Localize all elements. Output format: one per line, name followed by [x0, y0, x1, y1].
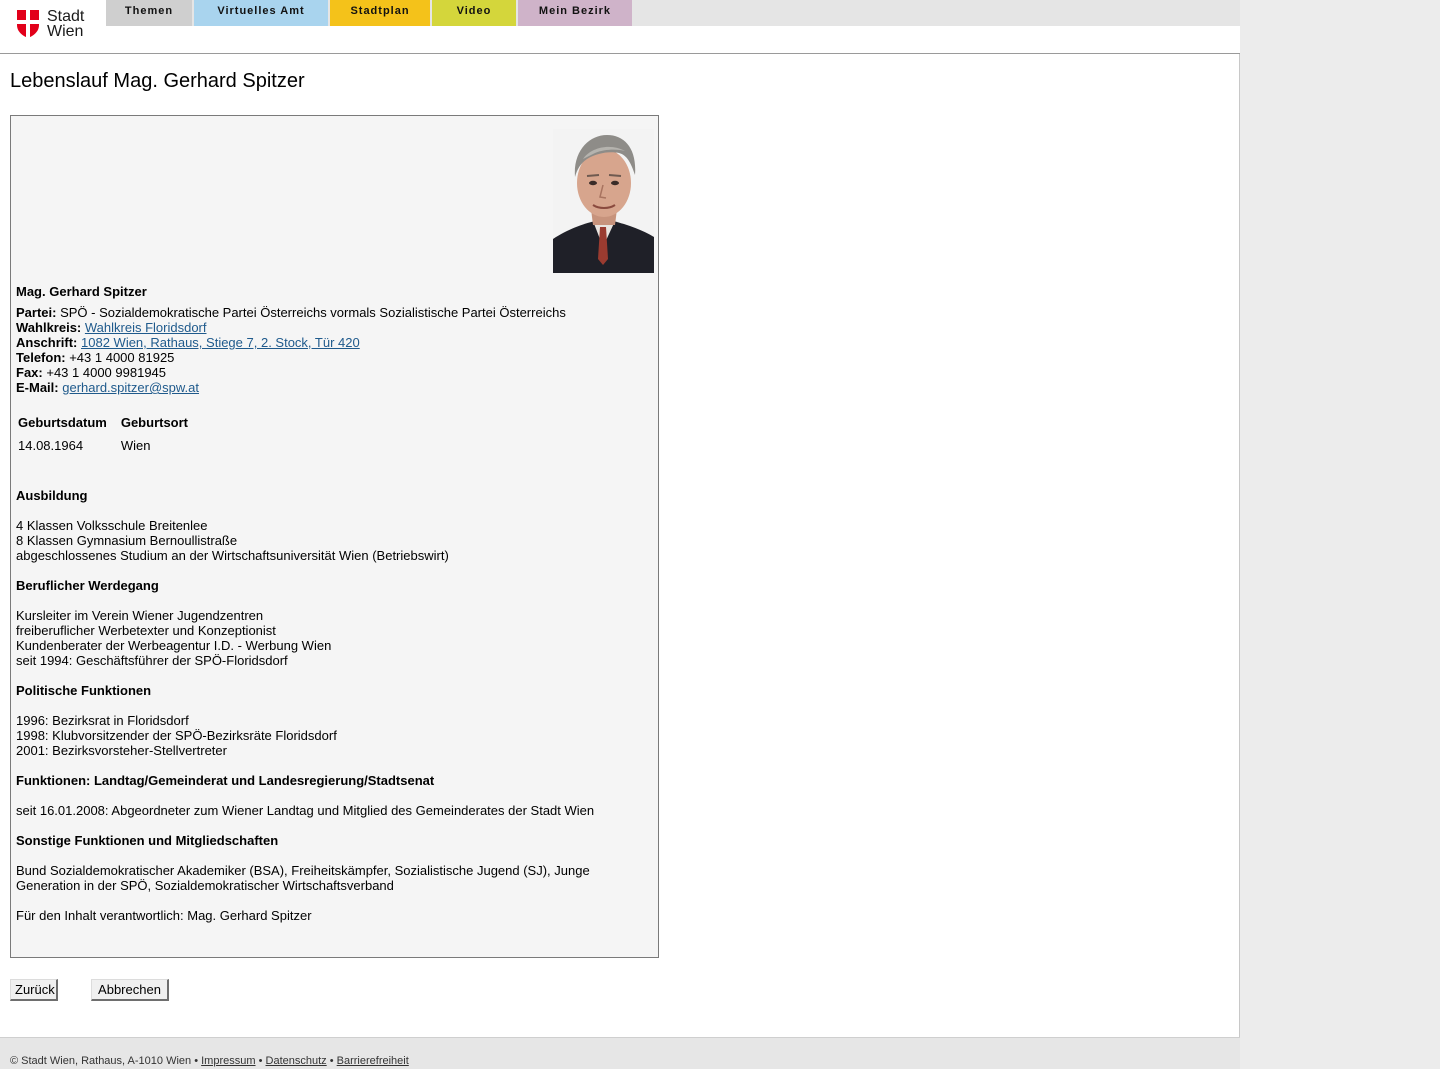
datenschutz-link[interactable]: Datenschutz — [266, 1055, 327, 1067]
anschrift-row: Anschrift: 1082 Wien, Rathaus, Stiege 7,… — [16, 335, 651, 350]
birth-date-value: 14.08.1964 — [18, 438, 84, 453]
anschrift-link[interactable]: 1082 Wien, Rathaus, Stiege 7, 2. Stock, … — [81, 335, 360, 350]
section-title: Funktionen: Landtag/Gemeinderat und Land… — [16, 773, 435, 788]
section-politische-funktionen: Politische Funktionen 1996: Bezirksrat i… — [16, 683, 651, 758]
list-item: 2001: Bezirksvorsteher-Stellvertreter — [16, 743, 227, 758]
wahlkreis-label: Wahlkreis: — [16, 320, 82, 335]
telefon-value: +43 1 4000 81925 — [69, 350, 175, 365]
list-item: seit 16.01.2008: Abgeordneter zum Wiener… — [16, 803, 595, 818]
page-title: Lebenslauf Mag. Gerhard Spitzer — [10, 70, 305, 92]
list-item: 4 Klassen Volksschule Breitenlee — [16, 518, 208, 533]
barrierefreiheit-link[interactable]: Barrierefreiheit — [337, 1055, 409, 1067]
logo-line-stadt: Stadt — [47, 8, 85, 25]
birth-place-value: Wien — [120, 438, 151, 453]
birth-date-header: Geburtsdatum — [18, 415, 107, 430]
tab-video[interactable]: Video — [432, 0, 516, 26]
site-header: Stadt Wien Themen Virtuelles Amt Stadtpl… — [0, 0, 1240, 54]
vienna-shield-icon — [17, 10, 39, 38]
list-item: Kundenberater der Werbeagentur I.D. - We… — [16, 638, 332, 653]
section-sonstige-funktionen: Sonstige Funktionen und Mitgliedschaften… — [16, 833, 651, 893]
section-title: Ausbildung — [16, 488, 88, 503]
portrait-photo — [553, 129, 654, 273]
list-item: seit 1994: Geschäftsführer der SPÖ-Flori… — [16, 653, 288, 668]
telefon-label: Telefon: — [16, 350, 66, 365]
partei-label: Partei: — [16, 305, 57, 320]
list-item: Kursleiter im Verein Wiener Jugendzentre… — [16, 608, 264, 623]
stadt-wien-logo[interactable]: Stadt Wien — [16, 8, 85, 40]
wahlkreis-row: Wahlkreis: Wahlkreis Floridsdorf — [16, 320, 651, 335]
fax-value: +43 1 4000 9981945 — [46, 365, 167, 380]
tab-virtuelles-amt[interactable]: Virtuelles Amt — [194, 0, 328, 26]
email-link[interactable]: gerhard.spitzer@spw.at — [62, 380, 199, 395]
section-ausbildung: Ausbildung 4 Klassen Volksschule Breiten… — [16, 488, 651, 563]
footer-separator: • — [329, 1055, 334, 1067]
email-label: E-Mail: — [16, 380, 59, 395]
telefon-row: Telefon: +43 1 4000 81925 — [16, 350, 651, 365]
anschrift-label: Anschrift: — [16, 335, 78, 350]
list-item: 8 Klassen Gymnasium Bernoullistraße — [16, 533, 238, 548]
tab-stadtplan[interactable]: Stadtplan — [330, 0, 430, 26]
tab-themen[interactable]: Themen — [106, 0, 192, 26]
list-item: Bund Sozialdemokratischer Akademiker (BS… — [16, 863, 590, 878]
tab-mein-bezirk[interactable]: Mein Bezirk — [518, 0, 632, 26]
responsible-note: Für den Inhalt verantwortlich: Mag. Gerh… — [16, 908, 312, 923]
footer-copyright: © Stadt Wien, Rathaus, A-1010 Wien • — [10, 1055, 199, 1067]
section-funktionen-landtag: Funktionen: Landtag/Gemeinderat und Land… — [16, 773, 651, 818]
impressum-link[interactable]: Impressum — [201, 1055, 255, 1067]
footer-separator: • — [258, 1055, 263, 1067]
partei-row: Partei: SPÖ - Sozialdemokratische Partei… — [16, 305, 651, 320]
wahlkreis-link[interactable]: Wahlkreis Floridsdorf — [85, 320, 207, 335]
profile-content: Mag. Gerhard Spitzer Partei: SPÖ - Sozia… — [16, 284, 651, 923]
cancel-button[interactable]: Abbrechen — [91, 979, 169, 1001]
fax-row: Fax: +43 1 4000 9981945 — [16, 365, 651, 380]
list-item: 1996: Bezirksrat in Floridsdorf — [16, 713, 189, 728]
profile-box: Mag. Gerhard Spitzer Partei: SPÖ - Sozia… — [10, 115, 659, 958]
partei-value: SPÖ - Sozialdemokratische Partei Österre… — [60, 305, 566, 320]
back-button[interactable]: Zurück — [10, 979, 58, 1001]
site-footer: © Stadt Wien, Rathaus, A-1010 Wien • Imp… — [0, 1037, 1240, 1069]
list-item: freiberuflicher Werbetexter und Konzepti… — [16, 623, 276, 638]
section-title: Politische Funktionen — [16, 683, 152, 698]
portrait-image — [553, 129, 654, 273]
email-row: E-Mail: gerhard.spitzer@spw.at — [16, 380, 651, 395]
birth-place-header: Geburtsort — [120, 415, 189, 430]
section-title: Sonstige Funktionen und Mitgliedschaften — [16, 833, 279, 848]
section-beruflicher-werdegang: Beruflicher Werdegang Kursleiter im Vere… — [16, 578, 651, 668]
list-item: 1998: Klubvorsitzender der SPÖ-Bezirksrä… — [16, 728, 337, 743]
list-item: Generation in der SPÖ, Sozialdemokratisc… — [16, 878, 394, 893]
logo-line-wien: Wien — [47, 23, 84, 40]
list-item: abgeschlossenes Studium an der Wirtschaf… — [16, 548, 449, 563]
birth-table: Geburtsdatum Geburtsort 14.08.1964 Wien — [16, 413, 200, 453]
main-navigation: Themen Virtuelles Amt Stadtplan Video Me… — [106, 0, 1240, 26]
fax-label: Fax: — [16, 365, 43, 380]
page: Stadt Wien Themen Virtuelles Amt Stadtpl… — [0, 0, 1240, 1069]
page-side-background — [1240, 0, 1440, 1069]
logo-text: Stadt Wien — [47, 8, 85, 40]
profile-name: Mag. Gerhard Spitzer — [16, 284, 147, 299]
section-title: Beruflicher Werdegang — [16, 578, 159, 593]
